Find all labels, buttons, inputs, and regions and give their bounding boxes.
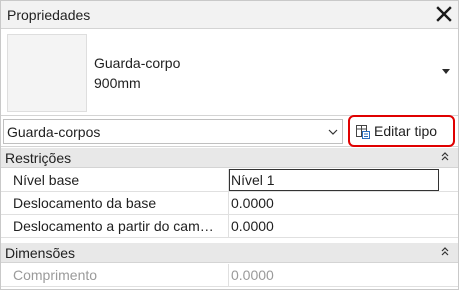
section-restricoes[interactable]: Restrições [1,148,458,168]
type-family-name: Guarda-corpo [94,55,181,71]
property-value: Nível 1 [231,172,275,188]
filter-selected-label: Guarda-corpos [7,124,101,140]
property-name: Deslocamento a partir do cam… [13,218,214,234]
property-value-field[interactable]: 0.0000 [229,192,439,214]
close-icon [436,6,452,22]
property-value-field[interactable]: 0.0000 [229,215,439,237]
panel-title: Propriedades [7,7,91,23]
type-selector[interactable]: Guarda-corpo 900mm [1,30,458,116]
type-preview-image [7,34,87,112]
instance-filter-dropdown[interactable]: Guarda-corpos [3,119,343,144]
caret-down-icon [442,69,450,74]
section-dimensoes[interactable]: Dimensões [1,243,458,263]
collapse-up-icon [441,152,449,161]
property-value: 0.0000 [231,267,274,283]
section-label: Restrições [5,150,72,166]
panel-titlebar: Propriedades [1,1,458,29]
edit-type-button[interactable]: Editar tipo [348,115,455,147]
property-name: Deslocamento da base [13,195,157,211]
collapse-up-icon [441,247,449,256]
properties-panel: Propriedades Guarda-corpo 900mm Guarda-c… [0,0,459,290]
edit-type-label: Editar tipo [374,123,438,139]
property-name: Comprimento [13,267,98,283]
chevron-down-icon [328,129,338,135]
property-row-deslocamento-caminho: Deslocamento a partir do cam… 0.0000 [1,215,458,238]
section-label: Dimensões [5,245,76,261]
close-button[interactable] [434,4,454,24]
property-row-comprimento: Comprimento 0.0000 [1,264,458,287]
property-value: 0.0000 [231,218,274,234]
property-value: 0.0000 [231,195,274,211]
edit-type-icon [356,125,370,139]
type-name: 900mm [94,75,141,91]
property-value-readonly: 0.0000 [229,264,439,286]
property-value-field[interactable]: Nível 1 [229,169,439,191]
property-row-deslocamento-base: Deslocamento da base 0.0000 [1,192,458,215]
property-row-nivel-base: Nível base Nível 1 [1,169,458,192]
property-name: Nível base [13,172,80,188]
